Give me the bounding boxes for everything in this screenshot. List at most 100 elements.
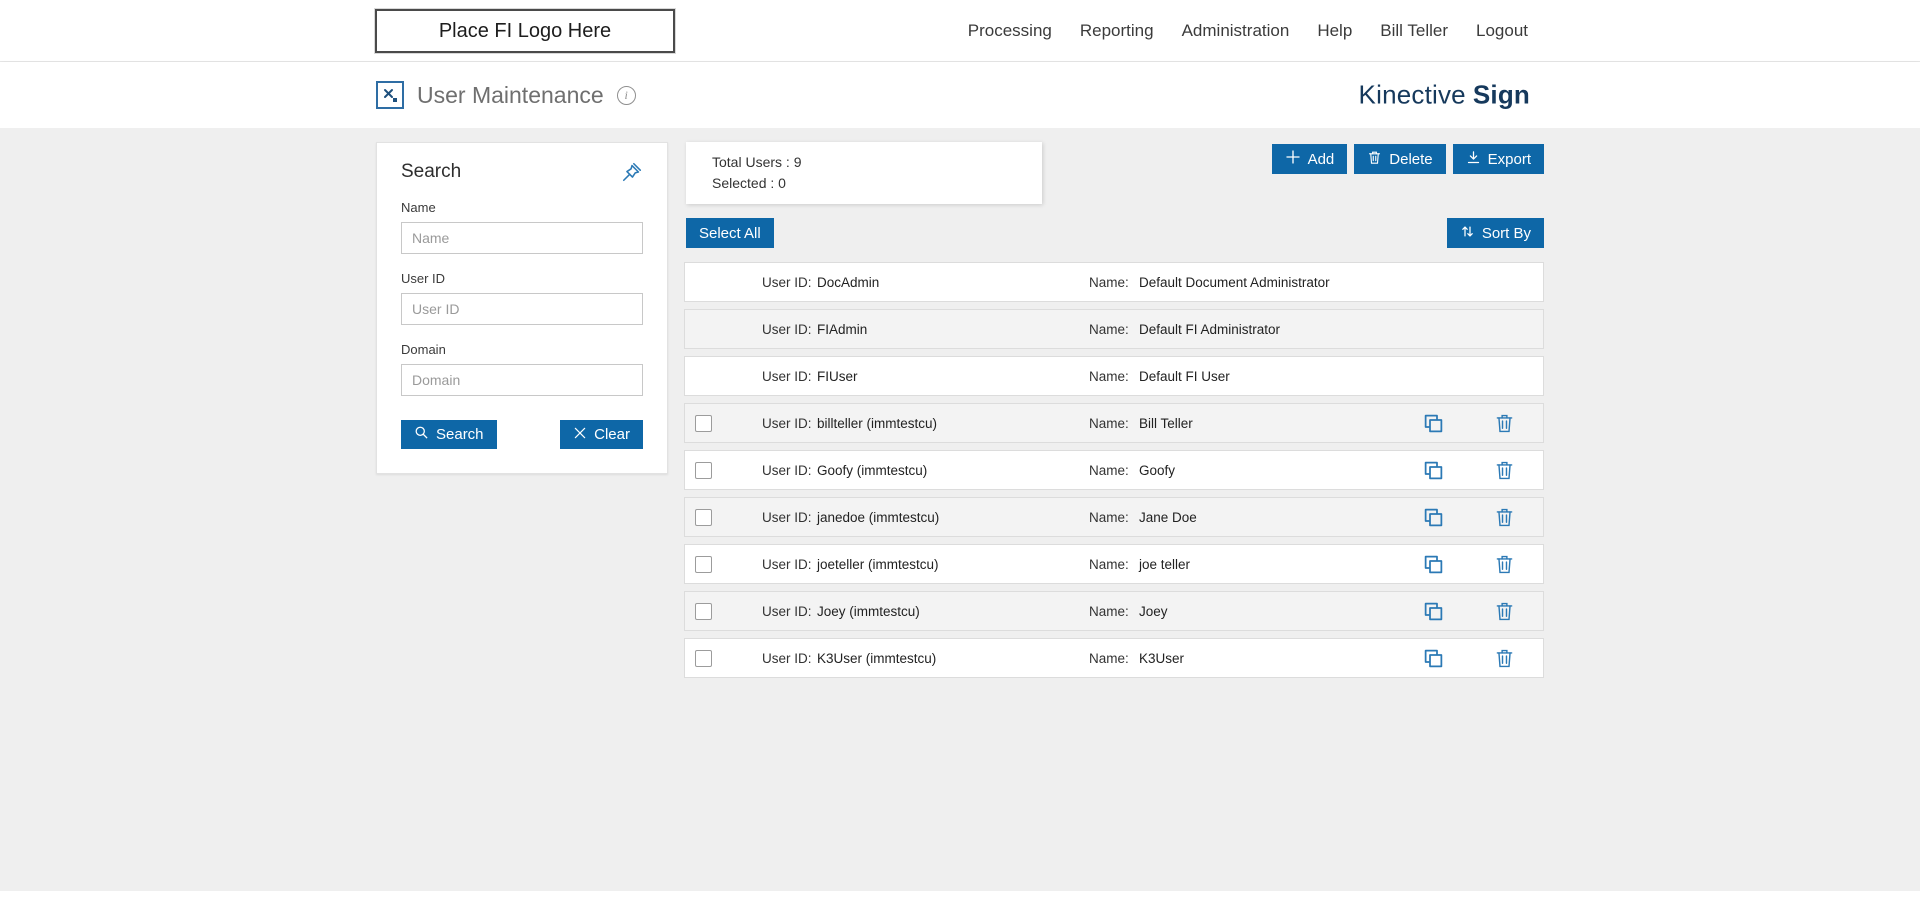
user-id-value: FIUser	[817, 368, 858, 384]
download-icon	[1466, 150, 1481, 169]
select-all-button[interactable]: Select All	[686, 218, 774, 248]
page-title: User Maintenance	[417, 81, 604, 108]
copy-icon[interactable]	[1423, 460, 1444, 481]
row-checkbox[interactable]	[695, 461, 712, 479]
row-actions	[1423, 554, 1543, 575]
trash-icon[interactable]	[1494, 460, 1515, 481]
user-id-label: User ID:	[762, 509, 812, 525]
name-field[interactable]	[401, 222, 643, 254]
trash-icon[interactable]	[1494, 413, 1515, 434]
copy-icon[interactable]	[1423, 507, 1444, 528]
name-label: Name:	[1089, 509, 1129, 525]
user-id-value: K3User (immtestcu)	[817, 650, 937, 666]
copy-icon[interactable]	[1423, 648, 1444, 669]
row-actions	[1423, 460, 1543, 481]
row-checkbox[interactable]	[695, 414, 712, 432]
trash-icon[interactable]	[1494, 601, 1515, 622]
user-id-value: janedoe (immtestcu)	[817, 509, 940, 525]
plus-icon	[1285, 149, 1301, 169]
name-value: Jane Doe	[1139, 509, 1197, 525]
selected-count-text: Selected : 0	[712, 175, 786, 191]
user-row: User ID: Goofy (immtestcu) Name: Goofy	[684, 450, 1544, 490]
nav-reporting[interactable]: Reporting	[1080, 21, 1154, 41]
top-nav: Processing Reporting Administration Help…	[968, 0, 1528, 62]
nav-user[interactable]: Bill Teller	[1380, 21, 1448, 41]
copy-icon[interactable]	[1423, 413, 1444, 434]
total-users-text: Total Users : 9	[712, 154, 802, 170]
trash-icon	[1367, 150, 1382, 169]
name-label: Name:	[1089, 556, 1129, 572]
copy-icon[interactable]	[1423, 554, 1444, 575]
copy-icon[interactable]	[1423, 601, 1444, 622]
clear-icon	[573, 426, 587, 444]
row-checkbox[interactable]	[695, 649, 712, 667]
user-id-field-label: User ID	[401, 271, 446, 286]
row-actions	[1423, 648, 1543, 669]
delete-button[interactable]: Delete	[1354, 144, 1446, 174]
name-label: Name:	[1089, 603, 1129, 619]
sort-by-button[interactable]: Sort By	[1446, 218, 1544, 248]
search-panel-title: Search	[401, 161, 462, 182]
export-button[interactable]: Export	[1452, 144, 1544, 174]
user-row: User ID: joeteller (immtestcu) Name: joe…	[684, 544, 1544, 584]
name-label: Name:	[1089, 274, 1129, 290]
name-value: Default FI Administrator	[1139, 321, 1281, 337]
user-row: User ID: DocAdmin Name: Default Document…	[684, 262, 1544, 302]
user-row: User ID: K3User (immtestcu) Name: K3User	[684, 638, 1544, 678]
name-value: K3User	[1139, 650, 1185, 666]
user-row: User ID: janedoe (immtestcu) Name: Jane …	[684, 497, 1544, 537]
name-value: Default Document Administrator	[1139, 274, 1330, 290]
trash-icon[interactable]	[1494, 554, 1515, 575]
fi-logo-text: Place FI Logo Here	[438, 19, 612, 42]
sub-header: User Maintenance i Kinective Sign	[0, 62, 1920, 128]
user-id-field[interactable]	[401, 293, 643, 325]
user-id-value: FIAdmin	[817, 321, 868, 337]
name-label: Name:	[1089, 368, 1129, 384]
title-group: User Maintenance i	[376, 62, 636, 128]
user-id-label: User ID:	[762, 603, 812, 619]
user-id-value: joeteller (immtestcu)	[817, 556, 939, 572]
row-actions	[1423, 413, 1543, 434]
user-id-label: User ID:	[762, 556, 812, 572]
name-label: Name:	[1089, 650, 1129, 666]
name-value: Bill Teller	[1139, 415, 1193, 431]
top-bar: Place FI Logo Here Processing Reporting …	[0, 0, 1920, 62]
trash-icon[interactable]	[1494, 648, 1515, 669]
nav-administration[interactable]: Administration	[1182, 21, 1290, 41]
name-label: Name:	[1089, 321, 1129, 337]
user-id-value: DocAdmin	[817, 274, 880, 290]
search-icon	[414, 425, 429, 444]
pin-icon[interactable]	[621, 161, 643, 183]
brand-product: Sign	[1472, 79, 1530, 110]
trash-icon[interactable]	[1494, 507, 1515, 528]
nav-help[interactable]: Help	[1317, 21, 1352, 41]
search-button[interactable]: Search	[401, 420, 497, 449]
nav-processing[interactable]: Processing	[968, 21, 1052, 41]
user-list: User ID: DocAdmin Name: Default Document…	[684, 262, 1544, 685]
domain-field[interactable]	[401, 364, 643, 396]
main-content: Search Name User ID Domain	[0, 128, 1920, 891]
clear-button[interactable]: Clear	[560, 420, 643, 449]
row-checkbox[interactable]	[695, 602, 712, 620]
name-value: Joey	[1139, 603, 1168, 619]
name-value: joe teller	[1139, 556, 1191, 572]
user-id-label: User ID:	[762, 415, 812, 431]
user-id-label: User ID:	[762, 274, 812, 290]
add-button[interactable]: Add	[1271, 144, 1348, 174]
user-id-value: billteller (immtestcu)	[817, 415, 938, 431]
row-actions	[1423, 507, 1543, 528]
user-row: User ID: FIUser Name: Default FI User	[684, 356, 1544, 396]
user-id-label: User ID:	[762, 462, 812, 478]
name-field-label: Name	[401, 200, 436, 215]
user-maintenance-icon	[376, 81, 404, 109]
user-id-label: User ID:	[762, 321, 812, 337]
nav-logout[interactable]: Logout	[1476, 21, 1528, 41]
user-row: User ID: Joey (immtestcu) Name: Joey	[684, 591, 1544, 631]
row-checkbox[interactable]	[695, 508, 712, 526]
row-checkbox[interactable]	[695, 555, 712, 573]
brand-logo: Kinective Sign	[1359, 80, 1530, 111]
name-value: Goofy	[1139, 462, 1176, 478]
domain-field-label: Domain	[401, 342, 446, 357]
info-icon[interactable]: i	[616, 85, 636, 105]
name-label: Name:	[1089, 462, 1129, 478]
